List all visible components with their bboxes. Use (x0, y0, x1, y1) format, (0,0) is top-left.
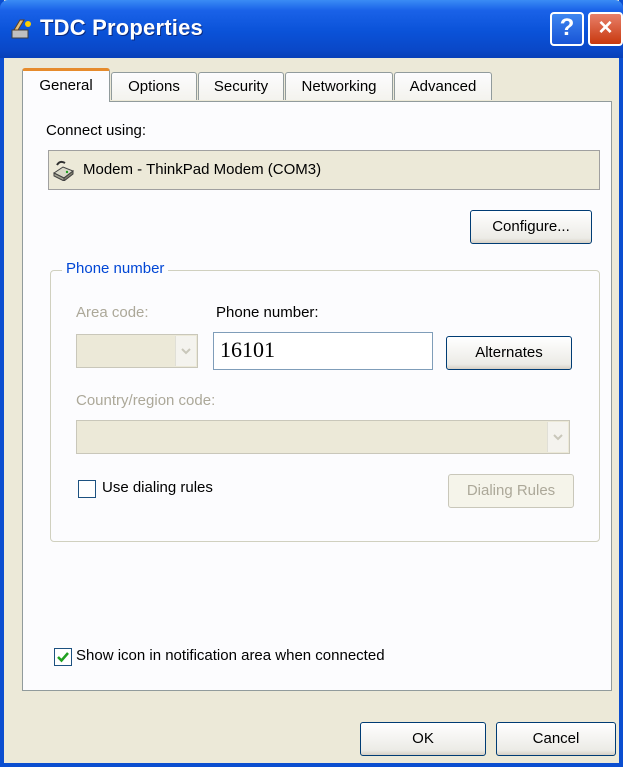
tab-label: Networking (301, 78, 377, 95)
tab-security[interactable]: Security (198, 72, 284, 100)
area-code-label: Area code: (76, 304, 149, 321)
tab-advanced[interactable]: Advanced (394, 72, 492, 100)
tab-general[interactable]: General (22, 68, 110, 102)
button-label: Cancel (532, 730, 580, 747)
connect-using-label: Connect using: (46, 122, 147, 139)
help-button[interactable]: ? (550, 12, 584, 46)
title-bar[interactable]: TDC Properties ? × (0, 0, 623, 58)
group-legend: Phone number (62, 260, 169, 277)
button-label: OK (412, 730, 434, 747)
configure-button[interactable]: Configure... (470, 210, 592, 244)
button-label: Configure... (492, 218, 570, 235)
close-icon: × (598, 14, 613, 41)
window-title: TDC Properties (40, 15, 203, 40)
tab-networking[interactable]: Networking (285, 72, 393, 100)
help-icon: ? (559, 14, 575, 41)
phone-number-label: Phone number: (216, 304, 319, 321)
tab-label: General (39, 77, 93, 94)
connection-icon (11, 19, 31, 39)
phone-number-input[interactable]: 16101 (213, 332, 433, 370)
dialing-rules-button[interactable]: Dialing Rules (448, 474, 574, 508)
close-button[interactable]: × (588, 12, 623, 46)
show-icon-label: Show icon in notification area when conn… (76, 647, 385, 664)
tab-label: Advanced (409, 78, 477, 95)
device-name: Modem - ThinkPad Modem (COM3) (83, 161, 322, 178)
modem-icon (53, 160, 74, 181)
use-dialing-rules-label: Use dialing rules (102, 479, 213, 496)
ok-button[interactable]: OK (360, 722, 486, 756)
country-region-label: Country/region code: (76, 392, 216, 409)
button-label: Alternates (475, 344, 543, 361)
properties-dialog: TDC Properties ? × General Options Secur… (0, 0, 623, 767)
chevron-down-icon (547, 422, 568, 452)
show-icon-checkbox[interactable] (54, 648, 72, 666)
use-dialing-rules-checkbox[interactable] (78, 480, 96, 498)
tab-options[interactable]: Options (111, 72, 197, 100)
device-list[interactable]: Modem - ThinkPad Modem (COM3) (48, 150, 600, 190)
chevron-down-icon (175, 336, 196, 366)
checkmark-icon (57, 652, 69, 663)
tab-label: Options (128, 78, 180, 95)
alternates-button[interactable]: Alternates (446, 336, 572, 370)
cancel-button[interactable]: Cancel (496, 722, 616, 756)
button-label: Dialing Rules (466, 482, 556, 499)
country-region-dropdown[interactable] (76, 420, 570, 454)
area-code-dropdown[interactable] (76, 334, 198, 368)
tab-label: Security (213, 78, 269, 95)
